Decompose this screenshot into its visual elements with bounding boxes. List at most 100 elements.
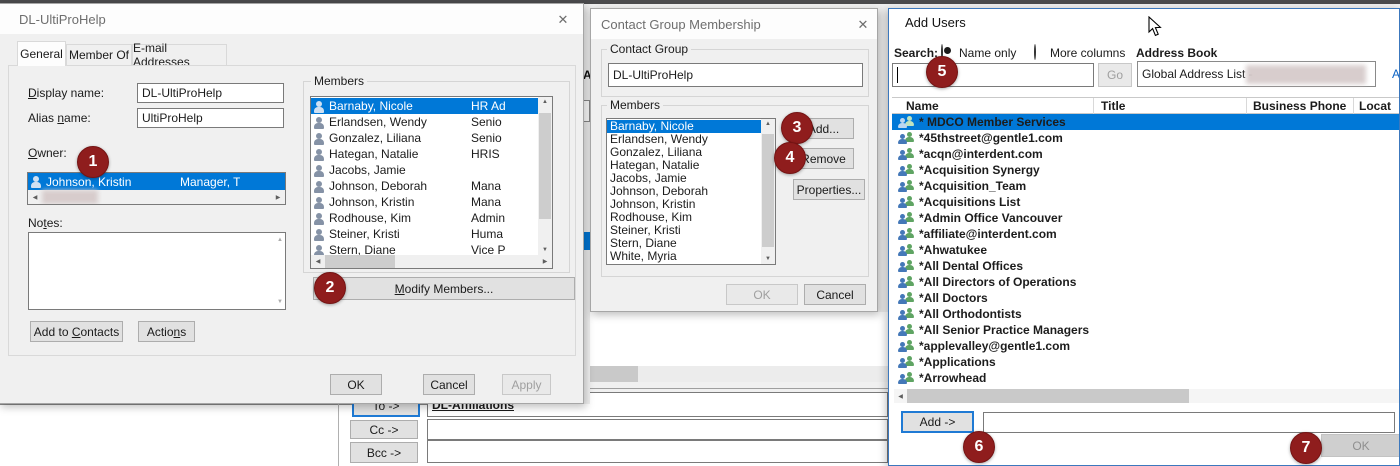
scroll-right-icon[interactable]: ▶: [538, 258, 552, 265]
list-item[interactable]: White, Myria: [607, 250, 761, 263]
display-name-field[interactable]: DL-UltiProHelp: [137, 83, 284, 103]
list-item[interactable]: *Ahwatukee: [892, 242, 1399, 258]
cancel-button[interactable]: Cancel: [804, 284, 866, 305]
owner-listbox[interactable]: Johnson, Kristin Manager, T ◀ ▶: [27, 172, 286, 205]
member-row[interactable]: Johnson, Kristin Mana: [311, 194, 539, 210]
cc-button[interactable]: Cc ->: [350, 420, 418, 439]
cancel-button[interactable]: Cancel: [423, 374, 475, 395]
member-row[interactable]: Johnson, Deborah Mana: [311, 178, 539, 194]
column-header-business-phone[interactable]: Business Phone: [1253, 99, 1346, 113]
go-button[interactable]: Go: [1098, 63, 1132, 87]
member-row[interactable]: Rodhouse, Kim Admin: [311, 210, 539, 226]
notes-textarea[interactable]: ▲ ▼: [28, 232, 286, 310]
scroll-left-icon[interactable]: ◀: [311, 258, 325, 265]
cc-field[interactable]: [427, 419, 888, 440]
scroll-down-icon[interactable]: ▼: [761, 256, 775, 262]
column-divider[interactable]: [1246, 98, 1247, 114]
tab-member-of[interactable]: Member Of: [66, 44, 132, 66]
member-row[interactable]: Hategan, Natalie HRIS: [311, 146, 539, 162]
scrollbar-thumb[interactable]: [907, 389, 1189, 403]
list-item[interactable]: *Applications: [892, 354, 1399, 370]
list-item[interactable]: *Arrowhead: [892, 370, 1399, 386]
column-header-location[interactable]: Locat: [1359, 99, 1391, 113]
members-vertical-scrollbar[interactable]: ▲ ▼: [761, 119, 775, 264]
column-divider[interactable]: [1353, 98, 1354, 114]
scrollbar-thumb[interactable]: [42, 190, 98, 204]
owner-row[interactable]: Johnson, Kristin Manager, T: [28, 173, 285, 190]
actions-button[interactable]: Actions: [138, 321, 195, 342]
list-item[interactable]: *affiliate@interdent.com: [892, 226, 1399, 242]
list-item[interactable]: *45thstreet@gentle1.com: [892, 130, 1399, 146]
list-item[interactable]: *Acquisition Synergy: [892, 162, 1399, 178]
list-item[interactable]: * MDCO Member Services: [892, 114, 1399, 130]
name-only-label[interactable]: Name only: [959, 46, 1016, 60]
scrollbar-thumb[interactable]: [762, 134, 774, 247]
list-item[interactable]: Johnson, Deborah: [607, 185, 761, 198]
list-item[interactable]: *Admin Office Vancouver: [892, 210, 1399, 226]
tab-general[interactable]: General: [17, 41, 66, 66]
scroll-left-icon[interactable]: ◀: [894, 393, 907, 400]
list-item[interactable]: Hategan, Natalie: [607, 159, 761, 172]
properties-button[interactable]: Properties...: [793, 179, 865, 200]
ok-button[interactable]: OK: [330, 374, 382, 395]
member-row[interactable]: Steiner, Kristi Huma: [311, 226, 539, 242]
list-item[interactable]: *All Senior Practice Managers: [892, 322, 1399, 338]
scrollbar-thumb[interactable]: [539, 113, 551, 219]
more-columns-radio[interactable]: [1034, 44, 1036, 60]
list-item[interactable]: Jacobs, Jamie: [607, 172, 761, 185]
list-item[interactable]: Steiner, Kristi: [607, 224, 761, 237]
list-item[interactable]: Barnaby, Nicole: [607, 120, 761, 133]
modify-members-button[interactable]: Modify Members...: [313, 277, 575, 300]
member-row[interactable]: Erlandsen, Wendy Senio: [311, 114, 539, 130]
list-horizontal-scrollbar[interactable]: ◀: [894, 389, 1399, 403]
list-item[interactable]: Stern, Diane: [607, 237, 761, 250]
close-icon[interactable]: ✕: [851, 15, 875, 35]
add-to-contacts-button[interactable]: Add to Contacts: [30, 321, 123, 342]
member-row[interactable]: Stern, Diane Vice P: [311, 242, 539, 256]
list-item[interactable]: Erlandsen, Wendy: [607, 133, 761, 146]
list-item[interactable]: *All Doctors: [892, 290, 1399, 306]
list-item[interactable]: *All Orthodontists: [892, 306, 1399, 322]
member-row[interactable]: Gonzalez, Liliana Senio: [311, 130, 539, 146]
members-listbox[interactable]: Barnaby, Nicole HR Ad Erlandsen, Wendy Sen…: [310, 96, 553, 269]
address-list[interactable]: * MDCO Member Services *45thstreet@gentl…: [892, 114, 1399, 387]
member-row[interactable]: Jacobs, Jamie: [311, 162, 539, 178]
scroll-down-icon[interactable]: ▼: [538, 247, 552, 253]
scroll-right-icon[interactable]: ▶: [271, 194, 285, 201]
bcc-field[interactable]: [427, 440, 888, 463]
member-row[interactable]: Barnaby, Nicole HR Ad: [311, 98, 539, 114]
add-users-add-button[interactable]: Add ->: [901, 411, 974, 433]
background-horizontal-scrollbar[interactable]: [585, 366, 888, 382]
list-item[interactable]: Rodhouse, Kim: [607, 211, 761, 224]
scroll-up-icon[interactable]: ▲: [277, 237, 283, 243]
search-input[interactable]: [892, 63, 1094, 87]
list-item[interactable]: Johnson, Kristin: [607, 198, 761, 211]
list-item[interactable]: Gonzalez, Liliana: [607, 146, 761, 159]
close-icon[interactable]: ✕: [550, 10, 576, 30]
scrollbar-thumb[interactable]: [590, 366, 638, 382]
column-header-name[interactable]: Name: [906, 99, 939, 113]
scroll-up-icon[interactable]: ▲: [538, 99, 552, 105]
more-columns-label[interactable]: More columns: [1050, 46, 1125, 60]
scrollbar-thumb[interactable]: [325, 255, 395, 268]
list-item[interactable]: *All Dental Offices: [892, 258, 1399, 274]
apply-button[interactable]: Apply: [502, 374, 551, 395]
members-vertical-scrollbar[interactable]: ▲ ▼: [538, 97, 552, 255]
list-item[interactable]: *Acquisitions List: [892, 194, 1399, 210]
bcc-button[interactable]: Bcc ->: [350, 442, 418, 463]
column-divider[interactable]: [1093, 98, 1094, 114]
list-item[interactable]: *applevalley@gentle1.com: [892, 338, 1399, 354]
alias-name-field[interactable]: UltiProHelp: [137, 108, 284, 128]
contact-group-field[interactable]: DL-UltiProHelp: [608, 63, 863, 87]
owner-horizontal-scrollbar[interactable]: ◀ ▶: [28, 190, 285, 204]
selected-members-field[interactable]: [983, 412, 1395, 433]
scroll-left-icon[interactable]: ◀: [28, 194, 42, 201]
scroll-up-icon[interactable]: ▲: [761, 121, 775, 127]
list-item[interactable]: *Acquisition_Team: [892, 178, 1399, 194]
scroll-down-icon[interactable]: ▼: [277, 299, 283, 305]
tab-email-addresses[interactable]: E-mail Addresses: [132, 41, 227, 69]
list-item[interactable]: *acqn@interdent.com: [892, 146, 1399, 162]
advanced-find-link-fragment[interactable]: A: [1392, 67, 1399, 81]
ok-button[interactable]: OK: [1321, 434, 1399, 457]
ok-button[interactable]: OK: [726, 284, 798, 305]
